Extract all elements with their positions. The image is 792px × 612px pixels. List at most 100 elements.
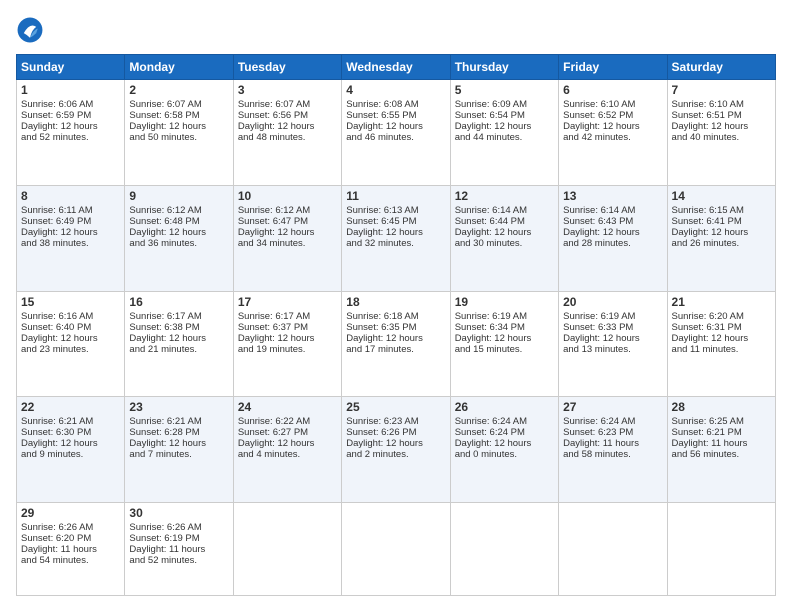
day-number: 16 bbox=[129, 295, 228, 309]
day-info-line: Sunset: 6:30 PM bbox=[21, 427, 120, 438]
day-info-line: Sunrise: 6:06 AM bbox=[21, 99, 120, 110]
day-info-line: Daylight: 12 hours bbox=[238, 227, 337, 238]
day-number: 15 bbox=[21, 295, 120, 309]
weekday-header-wednesday: Wednesday bbox=[342, 55, 450, 80]
day-number: 12 bbox=[455, 189, 554, 203]
calendar-cell: 14Sunrise: 6:15 AMSunset: 6:41 PMDayligh… bbox=[667, 185, 775, 291]
logo bbox=[16, 16, 48, 44]
day-info-line: Sunset: 6:26 PM bbox=[346, 427, 445, 438]
day-info-line: Sunset: 6:43 PM bbox=[563, 216, 662, 227]
calendar-cell: 3Sunrise: 6:07 AMSunset: 6:56 PMDaylight… bbox=[233, 80, 341, 186]
day-info-line: and 19 minutes. bbox=[238, 344, 337, 355]
day-number: 2 bbox=[129, 83, 228, 97]
day-info-line: and 46 minutes. bbox=[346, 132, 445, 143]
day-info-line: Sunset: 6:49 PM bbox=[21, 216, 120, 227]
day-number: 4 bbox=[346, 83, 445, 97]
day-info-line: Sunset: 6:44 PM bbox=[455, 216, 554, 227]
day-info-line: Daylight: 12 hours bbox=[21, 227, 120, 238]
day-info-line: Sunset: 6:55 PM bbox=[346, 110, 445, 121]
day-info-line: Daylight: 12 hours bbox=[455, 227, 554, 238]
calendar-cell: 17Sunrise: 6:17 AMSunset: 6:37 PMDayligh… bbox=[233, 291, 341, 397]
day-info-line: Daylight: 12 hours bbox=[129, 227, 228, 238]
day-number: 24 bbox=[238, 400, 337, 414]
day-info-line: and 42 minutes. bbox=[563, 132, 662, 143]
day-info-line: Sunrise: 6:17 AM bbox=[129, 311, 228, 322]
calendar-week-3: 15Sunrise: 6:16 AMSunset: 6:40 PMDayligh… bbox=[17, 291, 776, 397]
day-info-line: Sunrise: 6:24 AM bbox=[563, 416, 662, 427]
day-number: 18 bbox=[346, 295, 445, 309]
day-number: 10 bbox=[238, 189, 337, 203]
day-info-line: Sunrise: 6:26 AM bbox=[129, 522, 228, 533]
day-info-line: Sunset: 6:48 PM bbox=[129, 216, 228, 227]
day-number: 23 bbox=[129, 400, 228, 414]
day-info-line: Sunrise: 6:21 AM bbox=[129, 416, 228, 427]
day-info-line: Sunset: 6:27 PM bbox=[238, 427, 337, 438]
day-number: 14 bbox=[672, 189, 771, 203]
calendar-cell: 6Sunrise: 6:10 AMSunset: 6:52 PMDaylight… bbox=[559, 80, 667, 186]
day-info-line: Sunset: 6:28 PM bbox=[129, 427, 228, 438]
calendar-cell: 28Sunrise: 6:25 AMSunset: 6:21 PMDayligh… bbox=[667, 397, 775, 503]
day-info-line: Sunset: 6:38 PM bbox=[129, 322, 228, 333]
day-info-line: Sunrise: 6:20 AM bbox=[672, 311, 771, 322]
calendar-cell: 21Sunrise: 6:20 AMSunset: 6:31 PMDayligh… bbox=[667, 291, 775, 397]
day-info-line: Daylight: 11 hours bbox=[129, 544, 228, 555]
day-info-line: and 44 minutes. bbox=[455, 132, 554, 143]
day-info-line: Sunset: 6:31 PM bbox=[672, 322, 771, 333]
calendar-cell: 15Sunrise: 6:16 AMSunset: 6:40 PMDayligh… bbox=[17, 291, 125, 397]
calendar-cell bbox=[559, 503, 667, 596]
calendar-cell: 20Sunrise: 6:19 AMSunset: 6:33 PMDayligh… bbox=[559, 291, 667, 397]
calendar-cell: 10 Sunrise: 6:12 AMSunset: 6:47 PMDayligh… bbox=[233, 185, 341, 291]
day-info-line: Daylight: 12 hours bbox=[21, 438, 120, 449]
day-info-line: Daylight: 12 hours bbox=[672, 227, 771, 238]
calendar-table: SundayMondayTuesdayWednesdayThursdayFrid… bbox=[16, 54, 776, 596]
day-info-line: Daylight: 12 hours bbox=[129, 438, 228, 449]
day-info-line: and 7 minutes. bbox=[129, 449, 228, 460]
day-info-line: Sunrise: 6:14 AM bbox=[455, 205, 554, 216]
calendar-cell: 7Sunrise: 6:10 AMSunset: 6:51 PMDaylight… bbox=[667, 80, 775, 186]
calendar-cell: 30Sunrise: 6:26 AMSunset: 6:19 PMDayligh… bbox=[125, 503, 233, 596]
day-info-line: Sunset: 6:23 PM bbox=[563, 427, 662, 438]
calendar-cell: 27Sunrise: 6:24 AMSunset: 6:23 PMDayligh… bbox=[559, 397, 667, 503]
day-info-line: Sunset: 6:45 PM bbox=[346, 216, 445, 227]
day-info-line: Daylight: 12 hours bbox=[563, 333, 662, 344]
calendar-cell: 11Sunrise: 6:13 AMSunset: 6:45 PMDayligh… bbox=[342, 185, 450, 291]
day-info-line: Sunrise: 6:16 AM bbox=[21, 311, 120, 322]
calendar-cell: 16Sunrise: 6:17 AMSunset: 6:38 PMDayligh… bbox=[125, 291, 233, 397]
header bbox=[16, 16, 776, 44]
day-info-line: Sunrise: 6:12 AM bbox=[238, 205, 337, 216]
day-info-line: Sunset: 6:47 PM bbox=[238, 216, 337, 227]
day-info-line: and 38 minutes. bbox=[21, 238, 120, 249]
day-info-line: and 2 minutes. bbox=[346, 449, 445, 460]
day-number: 25 bbox=[346, 400, 445, 414]
calendar-page: SundayMondayTuesdayWednesdayThursdayFrid… bbox=[0, 0, 792, 612]
calendar-cell: 5Sunrise: 6:09 AMSunset: 6:54 PMDaylight… bbox=[450, 80, 558, 186]
calendar-cell: 22Sunrise: 6:21 AMSunset: 6:30 PMDayligh… bbox=[17, 397, 125, 503]
day-info-line: Daylight: 12 hours bbox=[455, 333, 554, 344]
weekday-header-monday: Monday bbox=[125, 55, 233, 80]
day-info-line: Daylight: 11 hours bbox=[563, 438, 662, 449]
day-info-line: Daylight: 12 hours bbox=[346, 333, 445, 344]
day-info-line: Sunrise: 6:22 AM bbox=[238, 416, 337, 427]
day-info-line: and 23 minutes. bbox=[21, 344, 120, 355]
day-number: 19 bbox=[455, 295, 554, 309]
day-info-line: and 52 minutes. bbox=[129, 555, 228, 566]
day-info-line: and 58 minutes. bbox=[563, 449, 662, 460]
calendar-cell: 24Sunrise: 6:22 AMSunset: 6:27 PMDayligh… bbox=[233, 397, 341, 503]
day-info-line: Sunrise: 6:23 AM bbox=[346, 416, 445, 427]
day-info-line: and 28 minutes. bbox=[563, 238, 662, 249]
day-info-line: Daylight: 12 hours bbox=[346, 227, 445, 238]
calendar-cell: 12 Sunrise: 6:14 AMSunset: 6:44 PMDayligh… bbox=[450, 185, 558, 291]
day-info-line: Daylight: 12 hours bbox=[672, 121, 771, 132]
day-info-line: Sunset: 6:33 PM bbox=[563, 322, 662, 333]
day-number: 22 bbox=[21, 400, 120, 414]
day-info-line: Daylight: 12 hours bbox=[346, 438, 445, 449]
day-info-line: Daylight: 12 hours bbox=[21, 333, 120, 344]
day-info-line: Sunrise: 6:25 AM bbox=[672, 416, 771, 427]
weekday-header-friday: Friday bbox=[559, 55, 667, 80]
calendar-week-1: 1Sunrise: 6:06 AMSunset: 6:59 PMDaylight… bbox=[17, 80, 776, 186]
calendar-cell bbox=[342, 503, 450, 596]
day-info-line: and 36 minutes. bbox=[129, 238, 228, 249]
day-number: 28 bbox=[672, 400, 771, 414]
weekday-header-thursday: Thursday bbox=[450, 55, 558, 80]
day-info-line: Daylight: 12 hours bbox=[563, 227, 662, 238]
